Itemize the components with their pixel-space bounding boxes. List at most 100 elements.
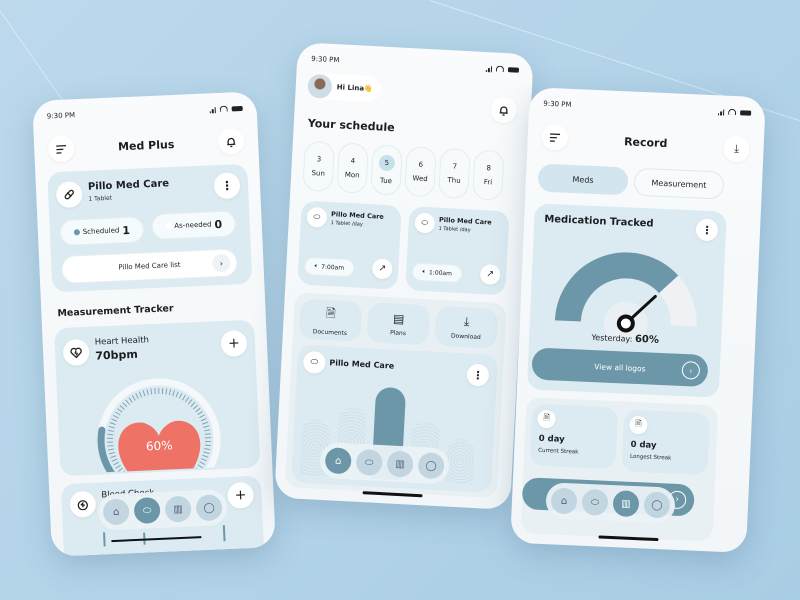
med-list-button[interactable]: Pillo Med Care list › [60,248,238,284]
pill-icon-badge: ⬭ [414,212,436,234]
reminder-card[interactable]: ⬭ Pillo Med Care 1 Tablet /day 🔈︎ 1:00am … [405,206,510,296]
gauge-tick [131,395,136,401]
more-options-button[interactable]: ⋮ [695,218,719,242]
nav-meds[interactable]: ⬭ [581,488,609,516]
nav-profile[interactable]: ◯ [417,452,445,480]
chart-bar [445,438,476,484]
gauge-tick [114,411,121,416]
action-documents[interactable]: 🗎︎ Documents [298,298,363,342]
heart-icon-badge [62,338,90,366]
chart-icon: ▥ [395,458,406,470]
reminder-card[interactable]: ⬭ Pillo Med Care 1 Tablet /day 🔈︎ 7:00am … [297,200,402,290]
gauge-tick [108,451,115,455]
wifi-icon [495,65,505,72]
battery-icon [740,109,752,116]
gauge-tick [181,394,186,401]
notification-button[interactable] [217,127,245,156]
gauge-tick [107,448,115,451]
gauge-tick [205,440,212,443]
day-item[interactable]: 8 Fri [472,149,505,202]
tab-meds[interactable]: Meds [537,163,629,196]
tab-label: Meds [572,174,594,185]
gauge-tick [190,401,196,407]
asneeded-chip[interactable]: As-needed 0 [151,210,237,240]
signal-icon [485,64,493,72]
pill-icon: ⬭ [421,217,429,228]
status-bar: 9:30 PM [543,98,752,119]
medication-gauge [554,252,697,343]
bell-icon [499,105,508,116]
wifi-icon [728,108,737,116]
reminder-time-chip[interactable]: 🔈︎ 1:00am [411,262,463,284]
gauge-tick [122,402,128,408]
day-item-selected[interactable]: 5 Tue [370,144,403,196]
open-reminder-button[interactable]: ↗ [479,263,501,286]
nav-profile[interactable]: ◯ [643,491,671,519]
pill-icon: ⬭ [313,212,321,222]
add-heart-button[interactable]: + [220,329,248,358]
gauge-tick [142,390,146,397]
gauge-tick [150,388,153,395]
yesterday-value: 60% [634,333,660,346]
scheduled-chip[interactable]: Scheduled 1 [59,216,145,247]
status-bar: 9:30 PM [47,102,243,123]
nav-home[interactable]: ⌂ [102,498,130,526]
more-options-button[interactable]: ⋮ [466,363,490,387]
heart-gauge: 60% [97,378,221,473]
download-button[interactable]: ⤓ [722,135,751,163]
day-name: Tue [379,176,393,186]
nav-home[interactable]: ⌂ [550,487,578,515]
day-item[interactable]: 4 Mon [336,142,369,194]
nav-profile[interactable]: ◯ [195,494,223,522]
streak-value: 0 day [538,433,565,445]
action-plans[interactable]: ▤ Plans [366,302,431,346]
reminder-time: 7:00am [320,263,345,272]
document-icon: 🗎︎ [543,412,551,423]
reminder-time-chip[interactable]: 🔈︎ 7:00am [303,256,355,278]
gauge-tick [108,425,115,429]
nav-stats[interactable]: ▥ [164,495,192,523]
nav-stats[interactable]: ▥ [386,450,414,478]
gauge-tick [197,411,203,416]
user-icon: ◯ [203,502,215,514]
gauge-tick [161,387,164,395]
nav-meds[interactable]: ⬭ [355,448,383,477]
phone-schedule: 9:30 PM Hi Lina👋 Your schedule 3 Sun 4 Mon… [274,42,534,510]
phone-med-plus: 9:30 PM Med Plus Pillo Med Care 1 Tablet… [32,91,276,557]
streak-label: Current Streak [538,447,579,456]
open-reminder-button[interactable]: ↗ [371,258,393,280]
more-options-button[interactable]: ⋮ [213,172,241,200]
action-download[interactable]: ⤓ Download [434,305,499,349]
nav-meds[interactable]: ⬭ [133,496,161,525]
plus-icon: + [227,335,241,352]
view-all-logs-button[interactable]: View all logos › [531,347,709,388]
day-name: Sun [311,169,326,178]
gauge-tick [107,429,114,432]
reminder-time: 1:00am [428,268,453,278]
nav-home[interactable]: ⌂ [324,447,352,475]
gauge-tick [192,404,199,410]
reminder-name: Pillo Med Care [330,210,385,221]
gauge-tick [200,458,207,462]
gauge-tick [195,407,201,413]
chevron-right-icon: › [681,360,701,380]
bell-icon [227,137,236,147]
gauge-tick [202,421,209,425]
gauge-tick [204,447,211,451]
user-greeting[interactable]: Hi Lina👋 [307,72,382,103]
day-item[interactable]: 6 Wed [404,145,437,198]
gauge-pivot [616,314,635,333]
nav-stats[interactable]: ▥ [612,490,640,518]
tab-label: Measurement [651,177,707,190]
day-item[interactable]: 3 Sun [302,140,335,193]
asneeded-dot-icon [165,223,172,230]
notification-button[interactable] [490,96,518,124]
gauge-tick [113,461,120,466]
day-item[interactable]: 7 Thu [438,147,471,200]
tab-measurement[interactable]: Measurement [633,167,725,200]
battery-icon [231,105,243,111]
day-picker: 3 Sun 4 Mon 5 Tue 6 Wed 7 Thu 8 Fri [298,42,534,202]
pill-icon [64,189,74,200]
gauge-tick [111,418,118,422]
add-blood-button[interactable]: + [227,481,255,509]
